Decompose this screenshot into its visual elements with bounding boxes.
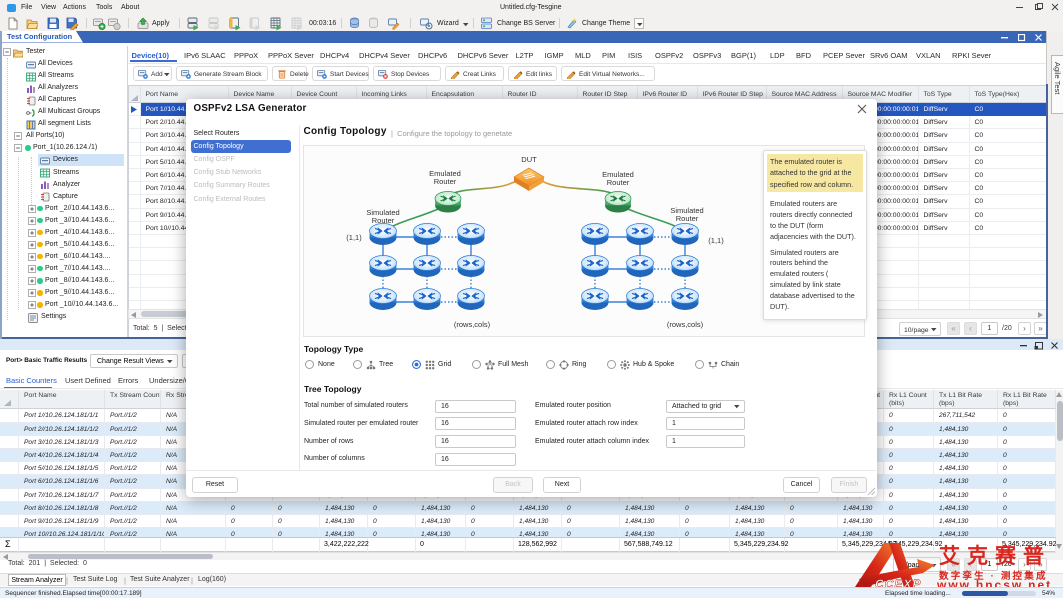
svg-text:(1,1): (1,1): [346, 233, 362, 242]
svg-text:(rows,cols): (rows,cols): [454, 320, 491, 329]
svg-text:(1,1): (1,1): [708, 236, 724, 245]
svg-text:Router: Router: [607, 178, 630, 187]
svg-text:(rows,cols): (rows,cols): [667, 320, 704, 329]
svg-text:DUT: DUT: [521, 155, 537, 164]
svg-text:Router: Router: [372, 216, 395, 225]
svg-text:Router: Router: [434, 177, 457, 186]
svg-text:Router: Router: [676, 214, 699, 223]
